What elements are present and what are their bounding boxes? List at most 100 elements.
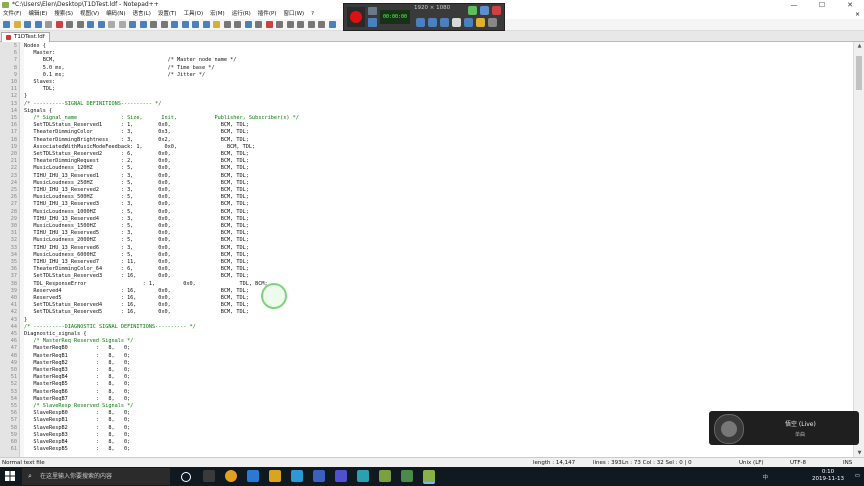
recorder-restore-icon[interactable] — [480, 6, 489, 15]
code-text: SlaveRespB2 : 8, 0; — [24, 424, 131, 431]
record-button[interactable] — [347, 7, 365, 27]
pause-icon[interactable] — [368, 18, 377, 27]
toolbar-icon[interactable] — [13, 20, 21, 28]
toolbar-icon[interactable] — [307, 20, 315, 28]
line-number: 15 — [10, 115, 17, 121]
line-number: 39 — [10, 287, 17, 294]
toolbar-icon[interactable] — [297, 20, 304, 28]
tab-t1dtest[interactable]: T1DTest.ldf — [1, 32, 50, 42]
minimize-icon[interactable]: — — [780, 0, 808, 10]
tray-language[interactable]: 中 — [762, 473, 768, 481]
microphone-icon[interactable] — [428, 18, 437, 27]
menu-item[interactable]: 工具(O) — [184, 10, 204, 19]
toolbar-icon[interactable] — [286, 20, 294, 28]
close-document-icon[interactable]: × — [855, 10, 860, 19]
toolbar-icon[interactable] — [129, 20, 136, 28]
toolbar-icon[interactable] — [223, 20, 231, 28]
toolbar-icon[interactable] — [139, 20, 147, 28]
cursor-icon[interactable] — [452, 18, 461, 27]
notepadpp-taskbar-icon[interactable] — [379, 470, 391, 482]
app-icon-2[interactable] — [357, 470, 369, 482]
taskbar-search-box[interactable]: ⌕ 在这里输入你要搜索的内容 — [22, 468, 170, 485]
toolbar-icon[interactable] — [234, 20, 241, 28]
code-text: MasterReqB5 : 8, 0; — [24, 381, 131, 388]
code-text: } — [24, 93, 28, 100]
menu-item[interactable]: 运行(R) — [232, 10, 251, 19]
menu-item[interactable]: 窗口(W) — [283, 10, 304, 19]
store-icon[interactable] — [291, 470, 303, 482]
toolbar-icon[interactable] — [213, 20, 220, 28]
notification-center-icon[interactable]: ▭ — [855, 473, 860, 479]
toolbar-icon[interactable] — [255, 20, 262, 28]
toolbar-icon[interactable] — [76, 20, 84, 28]
menu-item[interactable]: 宏(M) — [210, 10, 225, 19]
menu-item[interactable]: 编码(N) — [106, 10, 125, 19]
line-number: 12 — [10, 93, 17, 100]
menu-item[interactable]: 插件(P) — [258, 10, 277, 19]
code-text: Diagnostic_signals { — [24, 331, 87, 337]
vertical-scrollbar[interactable]: ▲ ▼ — [853, 42, 864, 457]
code-text: SlaveRespB3 : 8, 0; — [24, 431, 131, 438]
toolbar-icon[interactable] — [34, 20, 42, 28]
code-text: TheaterDimmingBrightness : 3, 0x2, BCM, … — [24, 136, 249, 143]
code-text: SetTDLStatus_Reserved4 : 16, 0x0, BCM, T… — [24, 302, 249, 309]
toolbar-icon[interactable] — [45, 20, 52, 28]
toolbar-icon[interactable] — [328, 20, 336, 28]
toolbar-icon[interactable] — [118, 20, 126, 28]
toolbar-icon[interactable] — [108, 20, 115, 28]
recorder-timer: 00:00:00 — [380, 10, 410, 24]
maximize-icon[interactable]: ☐ — [808, 0, 836, 10]
window-controls: — ☐ ✕ — [780, 0, 864, 10]
scrollbar-thumb[interactable] — [856, 56, 862, 90]
record-icon — [350, 11, 362, 23]
toolbar-icon[interactable] — [244, 20, 252, 28]
toolbar-icon[interactable] — [265, 20, 273, 28]
task-view-icon[interactable] — [203, 470, 215, 482]
menu-item[interactable]: 文件(F) — [3, 10, 21, 19]
menu-item[interactable]: 设置(T) — [158, 10, 177, 19]
toolbar-icon[interactable] — [202, 20, 210, 28]
scroll-up-icon[interactable]: ▲ — [854, 42, 864, 50]
folder-icon[interactable] — [476, 18, 485, 27]
toolbar-icon[interactable] — [160, 20, 168, 28]
file-explorer-icon[interactable] — [269, 470, 281, 482]
menu-item[interactable]: 编辑(E) — [28, 10, 47, 19]
scroll-down-icon[interactable]: ▼ — [854, 449, 864, 457]
settings-gear-icon[interactable] — [488, 18, 497, 27]
ide-icon[interactable] — [335, 470, 347, 482]
menu-item[interactable]: 语言(L) — [133, 10, 151, 19]
toolbar-icon[interactable] — [66, 20, 73, 28]
toolbar-icon[interactable] — [24, 20, 31, 28]
camera-icon[interactable] — [368, 7, 377, 15]
taskbar-clock[interactable]: 0:10 2019-11-13 — [808, 469, 848, 483]
chrome-icon[interactable] — [225, 470, 237, 482]
toolbar-icon[interactable] — [192, 20, 199, 28]
toolbar-icon[interactable] — [181, 20, 189, 28]
toolbar-icon[interactable] — [276, 20, 283, 28]
code-comment: /* ----------DIAGNOSTIC SIGNAL DEFINITIO… — [24, 323, 196, 330]
toolbar-icon[interactable] — [171, 20, 178, 28]
webcam-icon[interactable] — [440, 18, 449, 27]
close-icon[interactable]: ✕ — [836, 0, 864, 10]
app-icon[interactable] — [313, 470, 325, 482]
windows-start-icon[interactable] — [5, 471, 15, 481]
app-icon-3[interactable] — [401, 470, 413, 482]
text-editor[interactable]: 5 Nodes {6 Master: 7 BCM, /* Master node n… — [0, 42, 853, 457]
toolbar-icon[interactable] — [318, 20, 325, 28]
pen-icon[interactable] — [464, 18, 473, 27]
cortana-icon[interactable] — [181, 472, 191, 482]
menu-item[interactable]: ? — [311, 10, 314, 19]
music-notification[interactable]: 悟空 (Live) 单曲 — [709, 411, 859, 445]
toolbar-icon[interactable] — [97, 20, 105, 28]
recorder-minimize-icon[interactable] — [468, 6, 477, 15]
menu-item[interactable]: 视图(V) — [80, 10, 99, 19]
toolbar-icon[interactable] — [3, 20, 10, 28]
edge-icon[interactable] — [247, 470, 259, 482]
toolbar-icon[interactable] — [87, 20, 94, 28]
menu-item[interactable]: 搜索(S) — [54, 10, 73, 19]
speaker-icon[interactable] — [416, 18, 425, 27]
recorder-close-icon[interactable] — [492, 6, 501, 15]
toolbar-icon[interactable] — [55, 20, 63, 28]
notepadpp-active-icon[interactable] — [423, 470, 435, 484]
toolbar-icon[interactable] — [150, 20, 157, 28]
